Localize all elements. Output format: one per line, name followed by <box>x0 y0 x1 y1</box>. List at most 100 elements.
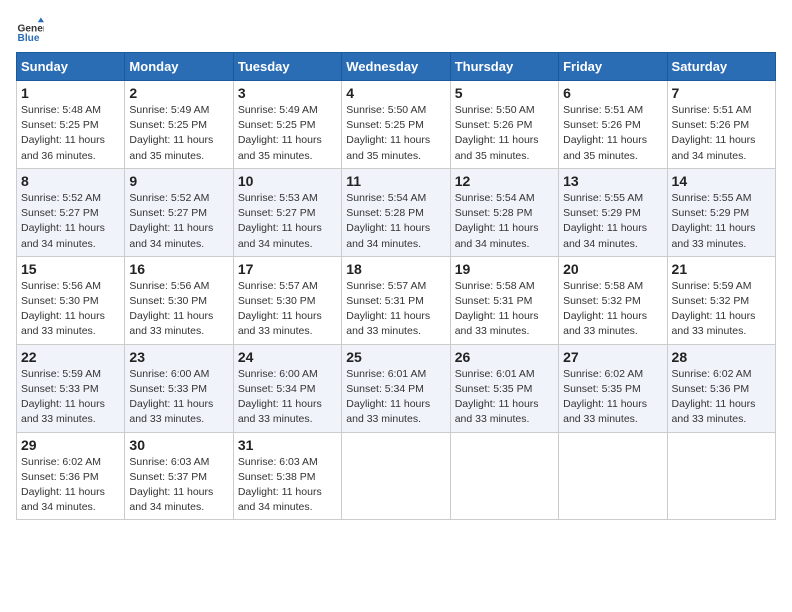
day-number: 28 <box>672 349 771 365</box>
day-number: 5 <box>455 85 554 101</box>
calendar-cell: 13 Sunrise: 5:55 AMSunset: 5:29 PMDaylig… <box>559 168 667 256</box>
calendar-cell: 9 Sunrise: 5:52 AMSunset: 5:27 PMDayligh… <box>125 168 233 256</box>
calendar-cell: 16 Sunrise: 5:56 AMSunset: 5:30 PMDaylig… <box>125 256 233 344</box>
day-detail: Sunrise: 5:52 AMSunset: 5:27 PMDaylight:… <box>21 192 105 250</box>
day-detail: Sunrise: 6:03 AMSunset: 5:37 PMDaylight:… <box>129 456 213 514</box>
calendar-week-2: 8 Sunrise: 5:52 AMSunset: 5:27 PMDayligh… <box>17 168 776 256</box>
day-number: 3 <box>238 85 337 101</box>
logo-icon: General Blue <box>16 16 44 44</box>
calendar-cell: 25 Sunrise: 6:01 AMSunset: 5:34 PMDaylig… <box>342 344 450 432</box>
day-number: 30 <box>129 437 228 453</box>
day-detail: Sunrise: 6:03 AMSunset: 5:38 PMDaylight:… <box>238 456 322 514</box>
calendar-cell: 29 Sunrise: 6:02 AMSunset: 5:36 PMDaylig… <box>17 432 125 520</box>
day-number: 12 <box>455 173 554 189</box>
day-number: 16 <box>129 261 228 277</box>
day-detail: Sunrise: 5:56 AMSunset: 5:30 PMDaylight:… <box>21 280 105 338</box>
calendar-cell: 23 Sunrise: 6:00 AMSunset: 5:33 PMDaylig… <box>125 344 233 432</box>
calendar-cell: 28 Sunrise: 6:02 AMSunset: 5:36 PMDaylig… <box>667 344 775 432</box>
weekday-header-thursday: Thursday <box>450 53 558 81</box>
day-number: 26 <box>455 349 554 365</box>
day-number: 10 <box>238 173 337 189</box>
day-number: 6 <box>563 85 662 101</box>
day-detail: Sunrise: 6:00 AMSunset: 5:34 PMDaylight:… <box>238 368 322 426</box>
day-number: 9 <box>129 173 228 189</box>
calendar-cell: 27 Sunrise: 6:02 AMSunset: 5:35 PMDaylig… <box>559 344 667 432</box>
page-header: General Blue <box>16 16 776 44</box>
calendar-cell: 19 Sunrise: 5:58 AMSunset: 5:31 PMDaylig… <box>450 256 558 344</box>
day-detail: Sunrise: 6:00 AMSunset: 5:33 PMDaylight:… <box>129 368 213 426</box>
day-number: 8 <box>21 173 120 189</box>
day-detail: Sunrise: 5:56 AMSunset: 5:30 PMDaylight:… <box>129 280 213 338</box>
day-number: 17 <box>238 261 337 277</box>
calendar-cell: 4 Sunrise: 5:50 AMSunset: 5:25 PMDayligh… <box>342 81 450 169</box>
day-detail: Sunrise: 6:01 AMSunset: 5:34 PMDaylight:… <box>346 368 430 426</box>
weekday-header-wednesday: Wednesday <box>342 53 450 81</box>
calendar-cell <box>342 432 450 520</box>
day-number: 7 <box>672 85 771 101</box>
day-number: 24 <box>238 349 337 365</box>
day-detail: Sunrise: 5:50 AMSunset: 5:25 PMDaylight:… <box>346 104 430 162</box>
day-number: 29 <box>21 437 120 453</box>
day-number: 20 <box>563 261 662 277</box>
day-detail: Sunrise: 5:57 AMSunset: 5:31 PMDaylight:… <box>346 280 430 338</box>
day-detail: Sunrise: 5:50 AMSunset: 5:26 PMDaylight:… <box>455 104 539 162</box>
calendar-cell: 30 Sunrise: 6:03 AMSunset: 5:37 PMDaylig… <box>125 432 233 520</box>
weekday-header-sunday: Sunday <box>17 53 125 81</box>
day-number: 4 <box>346 85 445 101</box>
calendar-cell <box>559 432 667 520</box>
day-number: 19 <box>455 261 554 277</box>
calendar-cell: 22 Sunrise: 5:59 AMSunset: 5:33 PMDaylig… <box>17 344 125 432</box>
day-number: 14 <box>672 173 771 189</box>
day-detail: Sunrise: 5:59 AMSunset: 5:32 PMDaylight:… <box>672 280 756 338</box>
weekday-header-monday: Monday <box>125 53 233 81</box>
calendar-cell: 8 Sunrise: 5:52 AMSunset: 5:27 PMDayligh… <box>17 168 125 256</box>
day-detail: Sunrise: 6:02 AMSunset: 5:35 PMDaylight:… <box>563 368 647 426</box>
day-detail: Sunrise: 6:02 AMSunset: 5:36 PMDaylight:… <box>672 368 756 426</box>
calendar-cell: 5 Sunrise: 5:50 AMSunset: 5:26 PMDayligh… <box>450 81 558 169</box>
day-number: 27 <box>563 349 662 365</box>
svg-text:Blue: Blue <box>18 33 40 44</box>
day-detail: Sunrise: 5:58 AMSunset: 5:31 PMDaylight:… <box>455 280 539 338</box>
calendar-cell: 24 Sunrise: 6:00 AMSunset: 5:34 PMDaylig… <box>233 344 341 432</box>
day-detail: Sunrise: 5:59 AMSunset: 5:33 PMDaylight:… <box>21 368 105 426</box>
day-detail: Sunrise: 5:54 AMSunset: 5:28 PMDaylight:… <box>455 192 539 250</box>
calendar-week-5: 29 Sunrise: 6:02 AMSunset: 5:36 PMDaylig… <box>17 432 776 520</box>
calendar-table: SundayMondayTuesdayWednesdayThursdayFrid… <box>16 52 776 520</box>
day-detail: Sunrise: 5:48 AMSunset: 5:25 PMDaylight:… <box>21 104 105 162</box>
day-detail: Sunrise: 5:54 AMSunset: 5:28 PMDaylight:… <box>346 192 430 250</box>
day-detail: Sunrise: 5:57 AMSunset: 5:30 PMDaylight:… <box>238 280 322 338</box>
weekday-header-tuesday: Tuesday <box>233 53 341 81</box>
calendar-cell: 6 Sunrise: 5:51 AMSunset: 5:26 PMDayligh… <box>559 81 667 169</box>
day-detail: Sunrise: 5:49 AMSunset: 5:25 PMDaylight:… <box>238 104 322 162</box>
day-number: 23 <box>129 349 228 365</box>
day-number: 15 <box>21 261 120 277</box>
calendar-cell: 15 Sunrise: 5:56 AMSunset: 5:30 PMDaylig… <box>17 256 125 344</box>
calendar-week-4: 22 Sunrise: 5:59 AMSunset: 5:33 PMDaylig… <box>17 344 776 432</box>
calendar-cell: 7 Sunrise: 5:51 AMSunset: 5:26 PMDayligh… <box>667 81 775 169</box>
calendar-cell <box>450 432 558 520</box>
day-detail: Sunrise: 5:51 AMSunset: 5:26 PMDaylight:… <box>563 104 647 162</box>
calendar-cell: 18 Sunrise: 5:57 AMSunset: 5:31 PMDaylig… <box>342 256 450 344</box>
weekday-header-friday: Friday <box>559 53 667 81</box>
day-detail: Sunrise: 5:53 AMSunset: 5:27 PMDaylight:… <box>238 192 322 250</box>
day-number: 11 <box>346 173 445 189</box>
calendar-cell: 17 Sunrise: 5:57 AMSunset: 5:30 PMDaylig… <box>233 256 341 344</box>
day-detail: Sunrise: 6:01 AMSunset: 5:35 PMDaylight:… <box>455 368 539 426</box>
calendar-cell: 2 Sunrise: 5:49 AMSunset: 5:25 PMDayligh… <box>125 81 233 169</box>
calendar-week-1: 1 Sunrise: 5:48 AMSunset: 5:25 PMDayligh… <box>17 81 776 169</box>
calendar-cell: 31 Sunrise: 6:03 AMSunset: 5:38 PMDaylig… <box>233 432 341 520</box>
day-number: 13 <box>563 173 662 189</box>
day-number: 2 <box>129 85 228 101</box>
calendar-cell: 14 Sunrise: 5:55 AMSunset: 5:29 PMDaylig… <box>667 168 775 256</box>
day-number: 25 <box>346 349 445 365</box>
day-detail: Sunrise: 5:49 AMSunset: 5:25 PMDaylight:… <box>129 104 213 162</box>
day-detail: Sunrise: 5:51 AMSunset: 5:26 PMDaylight:… <box>672 104 756 162</box>
calendar-cell: 21 Sunrise: 5:59 AMSunset: 5:32 PMDaylig… <box>667 256 775 344</box>
calendar-cell: 11 Sunrise: 5:54 AMSunset: 5:28 PMDaylig… <box>342 168 450 256</box>
day-number: 18 <box>346 261 445 277</box>
day-number: 22 <box>21 349 120 365</box>
day-detail: Sunrise: 6:02 AMSunset: 5:36 PMDaylight:… <box>21 456 105 514</box>
logo: General Blue <box>16 16 48 44</box>
calendar-cell: 26 Sunrise: 6:01 AMSunset: 5:35 PMDaylig… <box>450 344 558 432</box>
day-detail: Sunrise: 5:55 AMSunset: 5:29 PMDaylight:… <box>563 192 647 250</box>
